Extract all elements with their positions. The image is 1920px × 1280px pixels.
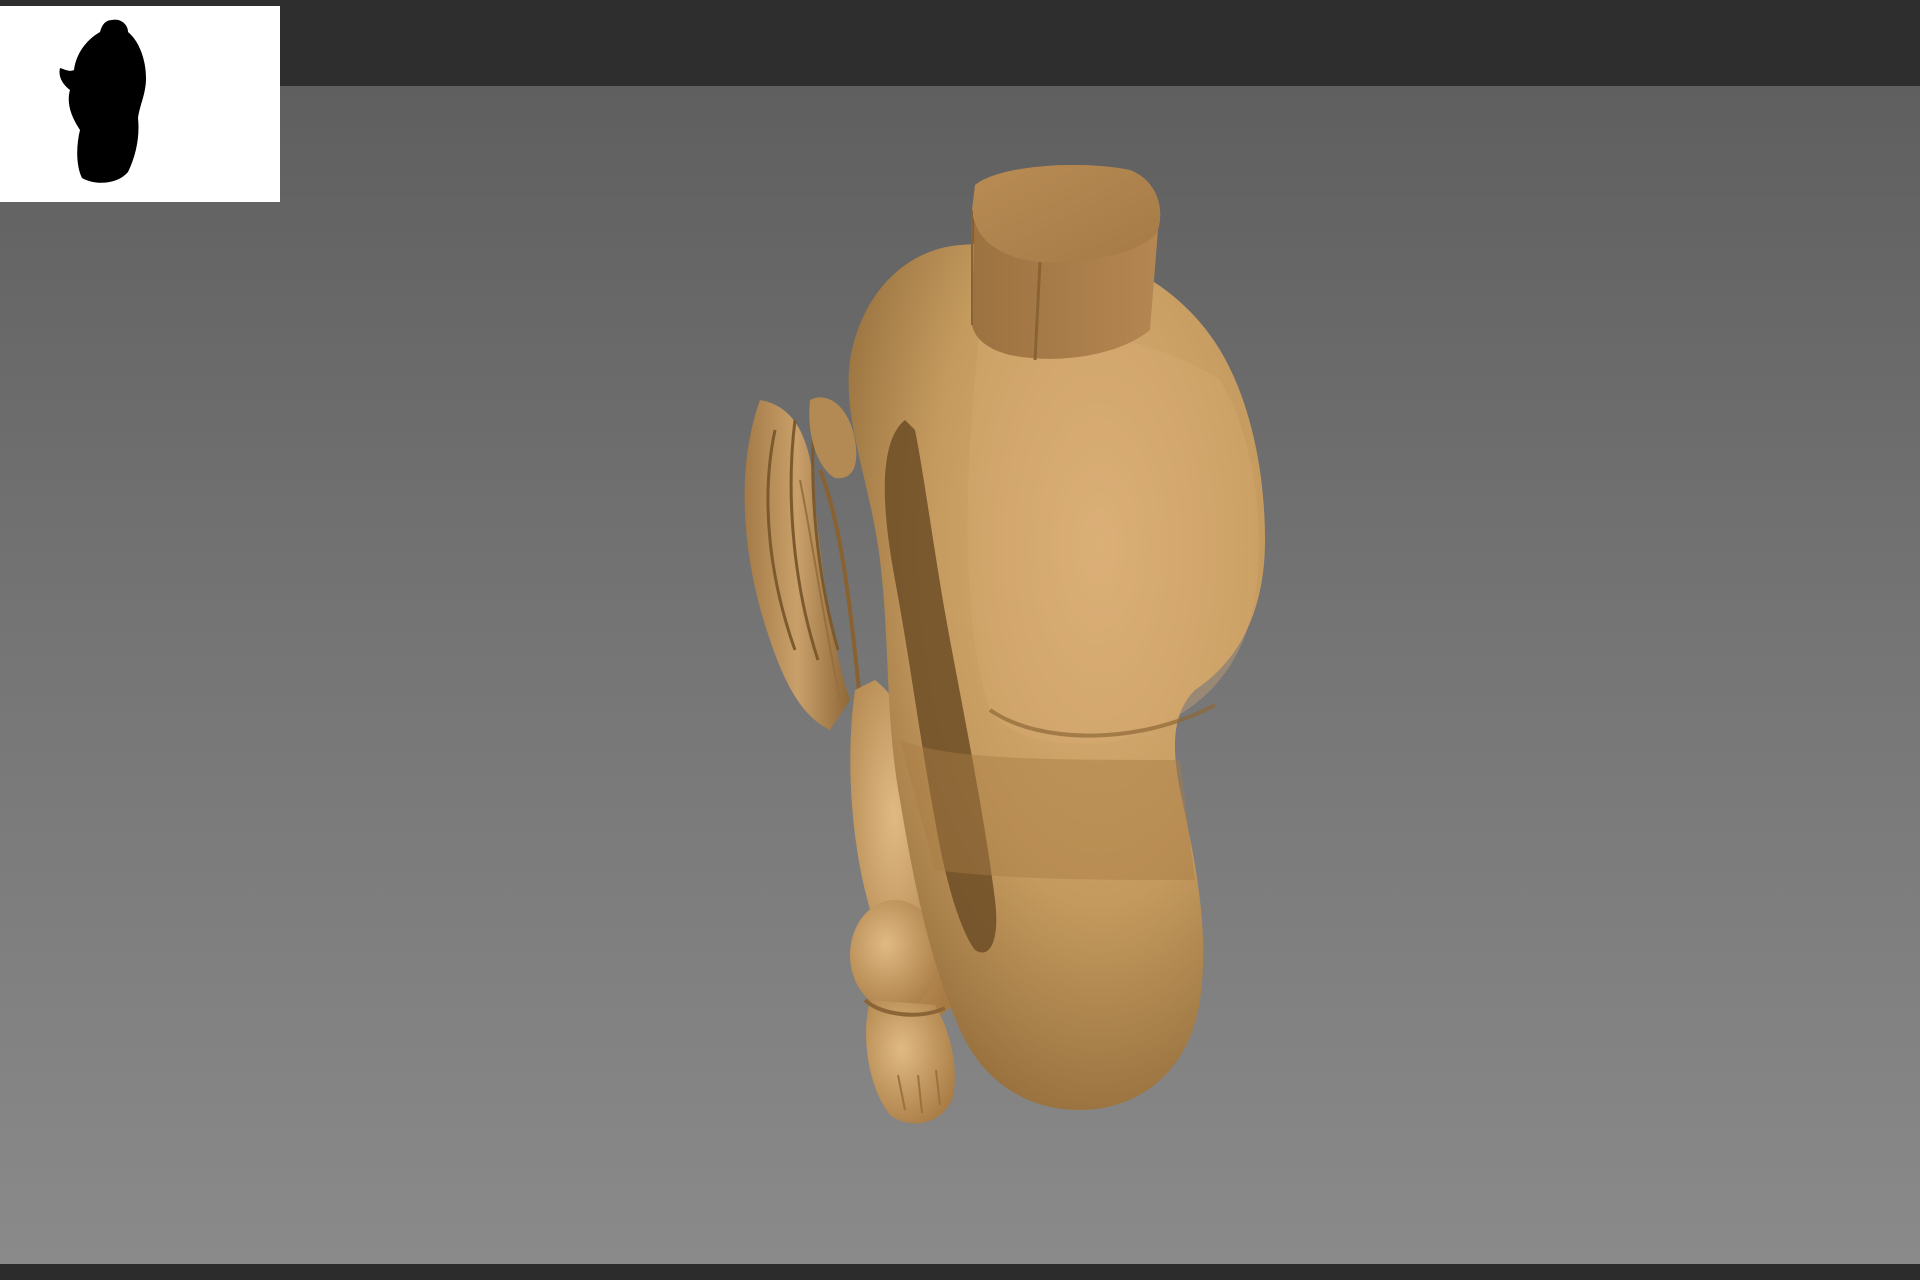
top-toolbar xyxy=(0,0,1920,86)
bottom-status-bar xyxy=(0,1264,1920,1280)
model-silhouette-icon xyxy=(59,19,146,183)
neck-block[interactable] xyxy=(971,165,1161,361)
navigator-thumbnail[interactable] xyxy=(0,6,280,202)
3d-viewport[interactable] xyxy=(0,86,1920,1264)
wing-feathers[interactable] xyxy=(744,397,862,730)
sculpted-figure-model[interactable] xyxy=(0,86,1920,1264)
sculpting-app-window xyxy=(0,0,1920,1280)
